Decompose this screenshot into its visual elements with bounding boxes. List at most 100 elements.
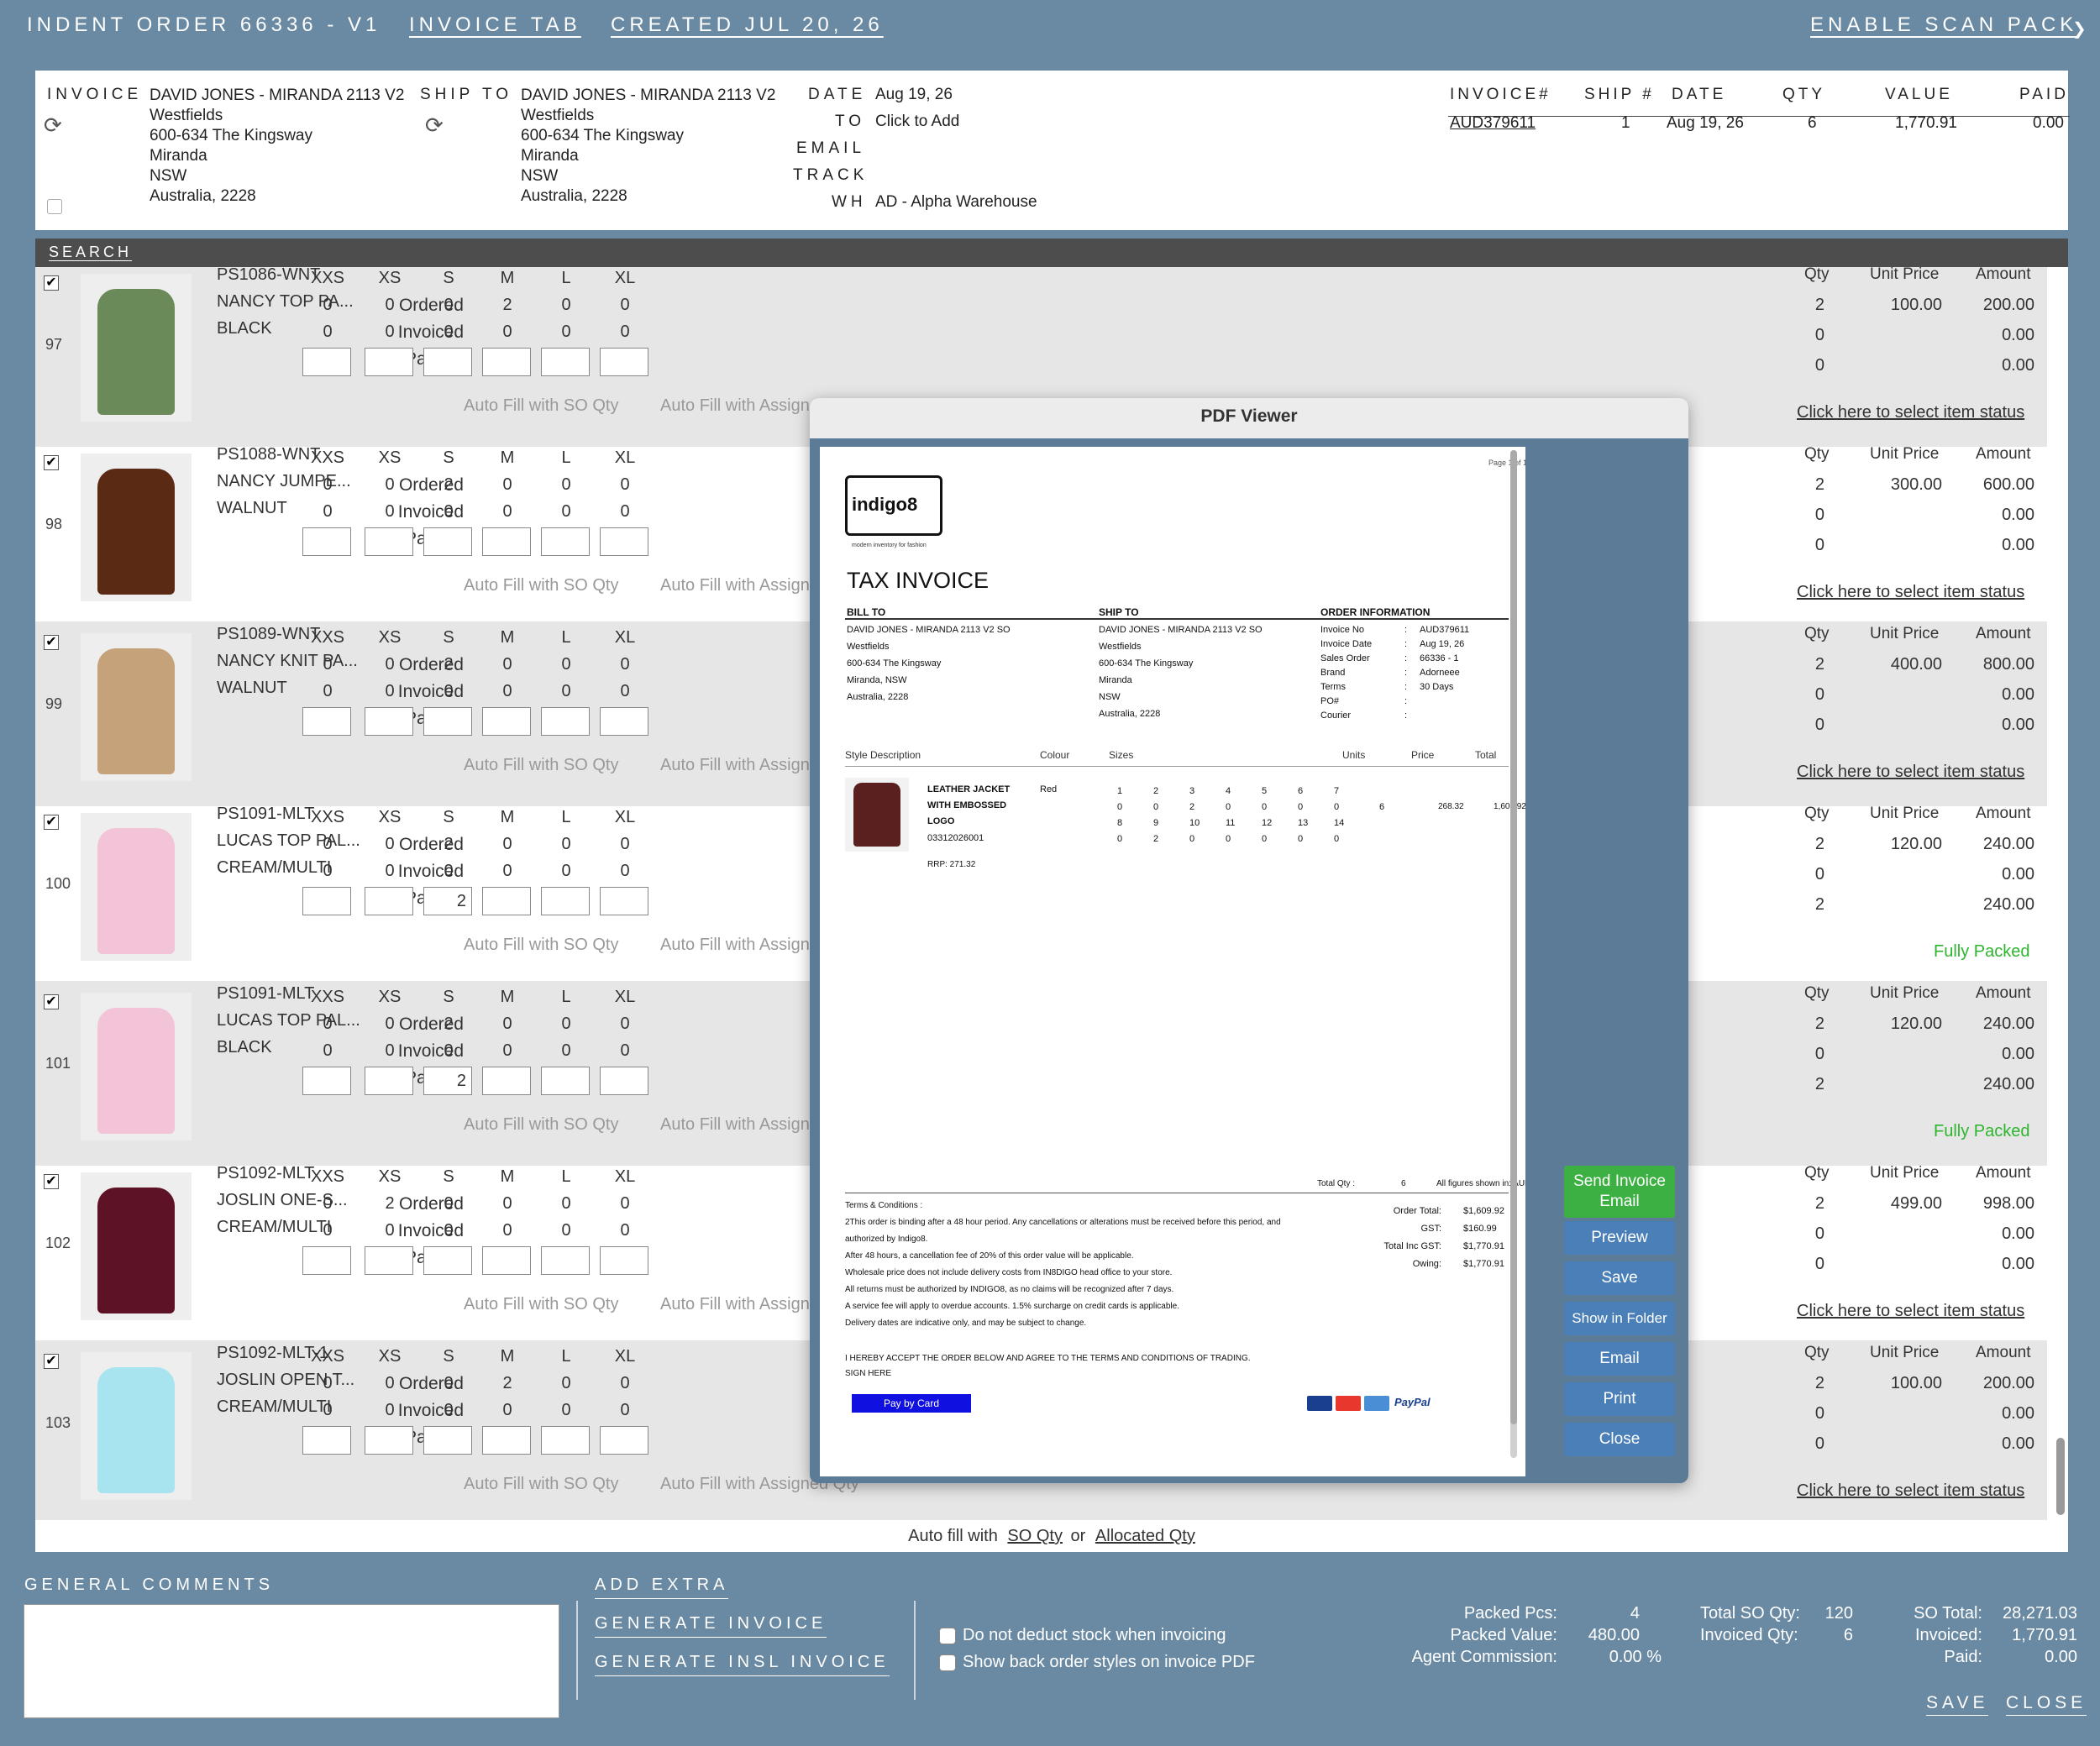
- email-button[interactable]: Email: [1564, 1342, 1675, 1376]
- packed-input[interactable]: [541, 348, 590, 376]
- packed-input[interactable]: [541, 887, 590, 915]
- generate-invoice-button[interactable]: GENERATE INVOICE: [595, 1614, 827, 1638]
- packed-input[interactable]: [302, 707, 351, 736]
- packed-input[interactable]: [600, 707, 648, 736]
- autofill-so-link[interactable]: Auto Fill with SO Qty: [464, 576, 619, 595]
- show-backorder-checkbox[interactable]: [939, 1654, 956, 1671]
- invoiced-qty: 0: [323, 1401, 333, 1419]
- close-button[interactable]: CLOSE: [2006, 1693, 2087, 1716]
- add-extra-button[interactable]: ADD EXTRA: [595, 1576, 729, 1599]
- general-comments-input[interactable]: [24, 1604, 559, 1718]
- packed-input[interactable]: 2: [423, 1067, 472, 1095]
- packed-input[interactable]: [600, 1246, 648, 1275]
- packed-input[interactable]: [482, 707, 531, 736]
- no-deduct-checkbox[interactable]: [939, 1628, 956, 1644]
- search-link[interactable]: SEARCH: [49, 244, 132, 261]
- item-checkbox[interactable]: ✔: [44, 1174, 59, 1189]
- item-checkbox[interactable]: ✔: [44, 455, 59, 470]
- packed-input[interactable]: [482, 887, 531, 915]
- packed-input[interactable]: [302, 887, 351, 915]
- packed-input[interactable]: [365, 527, 413, 556]
- packed-input[interactable]: [482, 1426, 531, 1455]
- packed-input[interactable]: [365, 1426, 413, 1455]
- packed-input[interactable]: [365, 707, 413, 736]
- packed-input[interactable]: [365, 1246, 413, 1275]
- print-button[interactable]: Print: [1564, 1382, 1675, 1416]
- item-status[interactable]: Click here to select item status: [1797, 583, 2024, 602]
- packed-input[interactable]: [600, 1067, 648, 1095]
- autofill-so-link[interactable]: Auto Fill with SO Qty: [464, 936, 619, 955]
- packed-input[interactable]: [423, 348, 472, 376]
- order-info-value: AUD379611: [1420, 625, 1470, 635]
- packed-input[interactable]: [600, 887, 648, 915]
- item-checkbox[interactable]: ✔: [44, 994, 59, 1009]
- packed-input[interactable]: [541, 707, 590, 736]
- item-checkbox[interactable]: ✔: [44, 815, 59, 830]
- qty-header: Qty: [1804, 984, 1830, 1002]
- send-invoice-email-button[interactable]: Send Invoice Email: [1564, 1166, 1675, 1218]
- item-checkbox[interactable]: ✔: [44, 1354, 59, 1369]
- item-status[interactable]: Click here to select item status: [1797, 1481, 2024, 1501]
- packed-input[interactable]: [600, 1426, 648, 1455]
- autofill-so-link[interactable]: Auto Fill with SO Qty: [464, 1115, 619, 1135]
- invoice-checkbox[interactable]: [47, 199, 62, 214]
- packed-input[interactable]: 2: [423, 887, 472, 915]
- refresh-bill-to-icon[interactable]: ⟳: [44, 114, 66, 136]
- pdf-close-button[interactable]: Close: [1564, 1423, 1675, 1456]
- preview-button[interactable]: Preview: [1564, 1221, 1675, 1255]
- size-cell: 2: [1153, 786, 1159, 796]
- autofill-so-link[interactable]: Auto Fill with SO Qty: [464, 1475, 619, 1494]
- packed-input[interactable]: [541, 1067, 590, 1095]
- ordered-qty: 0: [561, 655, 571, 674]
- packed-input[interactable]: [302, 527, 351, 556]
- autofill-so-qty-link[interactable]: SO Qty: [1007, 1527, 1063, 1545]
- item-checkbox[interactable]: ✔: [44, 635, 59, 650]
- item-status[interactable]: Click here to select item status: [1797, 763, 2024, 782]
- packed-input[interactable]: [423, 1426, 472, 1455]
- tab-invoice[interactable]: INVOICE TAB: [409, 13, 581, 37]
- packed-input[interactable]: [302, 1246, 351, 1275]
- pdf-save-button[interactable]: Save: [1564, 1261, 1675, 1295]
- size-cell: 0: [1298, 834, 1304, 844]
- packed-input[interactable]: [365, 1067, 413, 1095]
- item-status[interactable]: Click here to select item status: [1797, 1302, 2024, 1321]
- packed-input[interactable]: [365, 887, 413, 915]
- packed-input[interactable]: [482, 1067, 531, 1095]
- packed-input[interactable]: [541, 1246, 590, 1275]
- autofill-allocated-link[interactable]: Allocated Qty: [1095, 1527, 1195, 1545]
- pay-by-card-button[interactable]: Pay by Card: [852, 1394, 971, 1413]
- to-click-to-add[interactable]: Click to Add: [875, 113, 959, 131]
- item-status[interactable]: Click here to select item status: [1797, 403, 2024, 422]
- pdf-scrollbar[interactable]: [1510, 450, 1517, 1458]
- autofill-so-link[interactable]: Auto Fill with SO Qty: [464, 756, 619, 775]
- packed-input[interactable]: [365, 348, 413, 376]
- refresh-ship-to-icon[interactable]: ⟳: [425, 114, 447, 136]
- item-checkbox[interactable]: ✔: [44, 275, 59, 291]
- list-scrollbar[interactable]: [2056, 1438, 2065, 1515]
- packed-input[interactable]: [423, 527, 472, 556]
- packed-input[interactable]: [600, 527, 648, 556]
- autofill-so-link[interactable]: Auto Fill with SO Qty: [464, 396, 619, 416]
- packed-input[interactable]: [541, 1426, 590, 1455]
- packed-input[interactable]: [423, 707, 472, 736]
- packed-input[interactable]: [482, 527, 531, 556]
- packed-input[interactable]: [541, 527, 590, 556]
- autofill-so-link[interactable]: Auto Fill with SO Qty: [464, 1295, 619, 1314]
- packed-input[interactable]: [482, 1246, 531, 1275]
- bill-to-line: 600-634 The Kingsway: [847, 658, 942, 669]
- enable-scan-pack-link[interactable]: ENABLE SCAN PACK: [1810, 13, 2077, 37]
- packed-input[interactable]: [600, 348, 648, 376]
- pdf-viewer-title: PDF Viewer: [810, 398, 1688, 438]
- packed-input[interactable]: [302, 1067, 351, 1095]
- packed-input[interactable]: [423, 1246, 472, 1275]
- created-date-link[interactable]: CREATED JUL 20, 26: [611, 13, 884, 37]
- show-in-folder-button[interactable]: Show in Folder: [1564, 1302, 1675, 1335]
- more-icon[interactable]: ❯: [2072, 18, 2087, 44]
- save-button[interactable]: SAVE: [1926, 1693, 1989, 1716]
- packed-input[interactable]: [302, 348, 351, 376]
- packed-input[interactable]: [482, 348, 531, 376]
- packed-input[interactable]: [302, 1426, 351, 1455]
- invoice-number-link[interactable]: AUD379611: [1450, 114, 1536, 133]
- generate-insl-invoice-button[interactable]: GENERATE INSL INVOICE: [595, 1653, 890, 1676]
- size-header: XL: [614, 448, 636, 467]
